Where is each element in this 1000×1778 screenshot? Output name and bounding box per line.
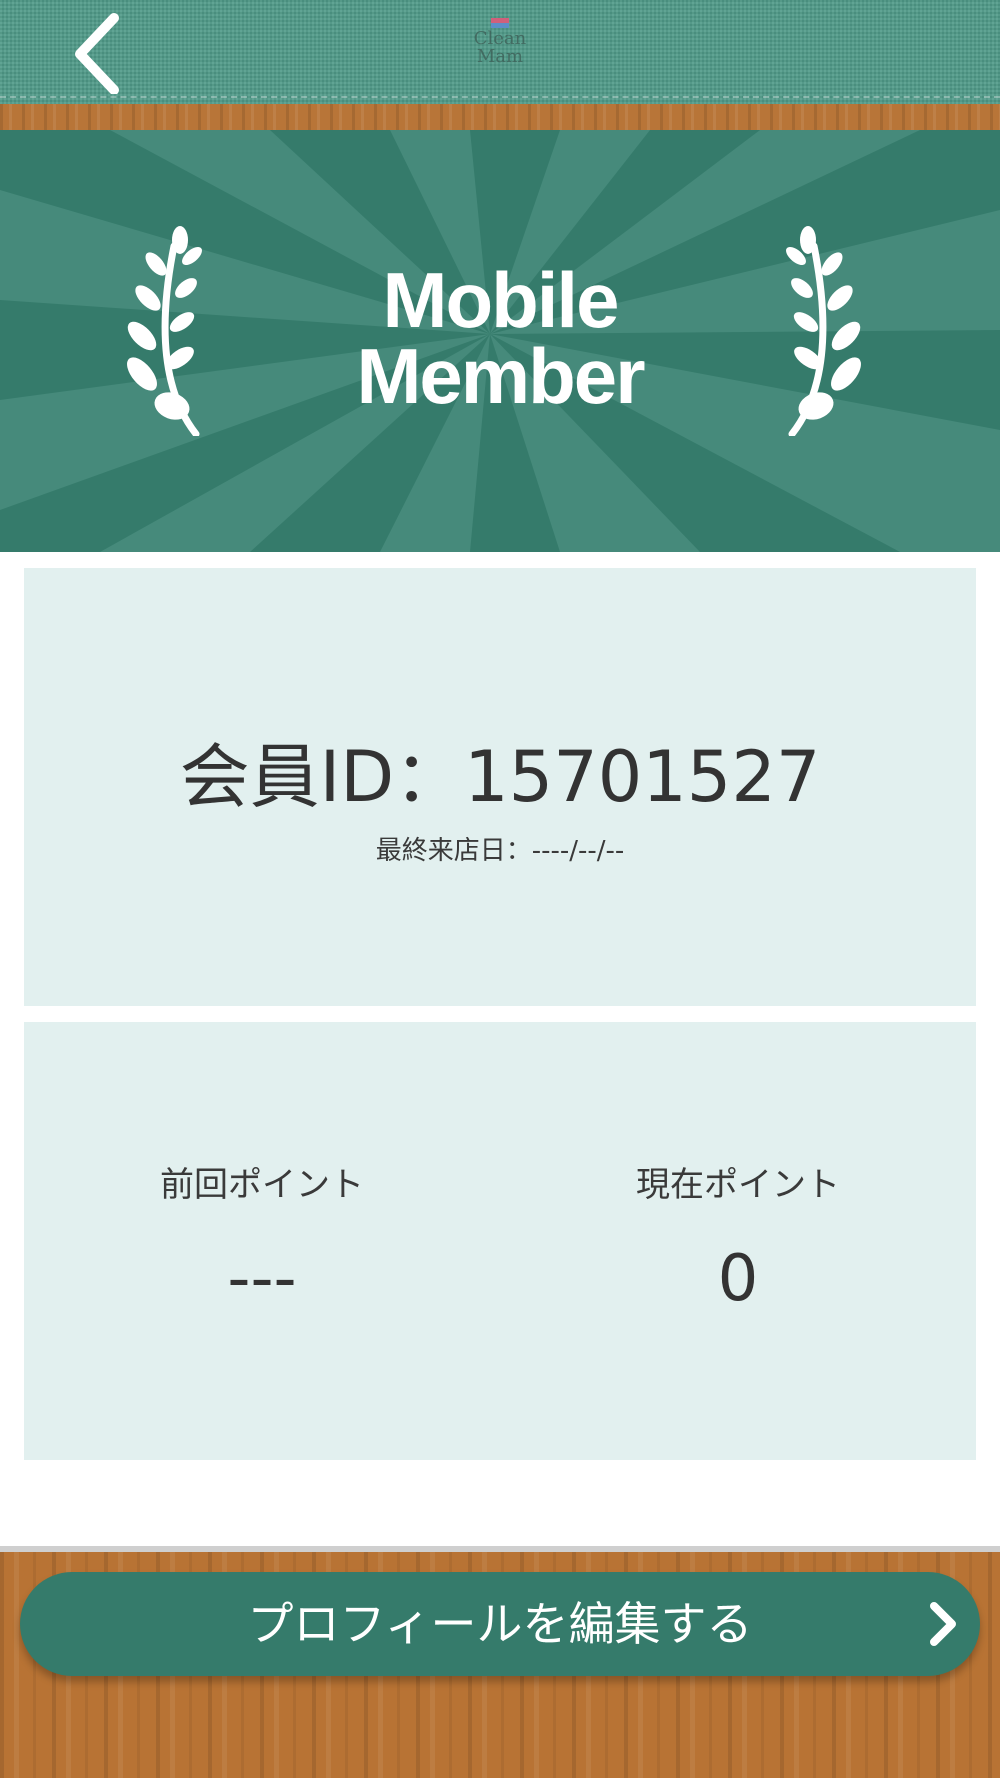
current-points-value: 0: [717, 1242, 759, 1316]
previous-points-label: 前回ポイント: [160, 1165, 364, 1205]
banner-title: Mobile Member: [0, 256, 1000, 420]
member-id: 会員ID：15701527: [179, 736, 821, 818]
points-card: 前回ポイント --- 現在ポイント 0: [24, 1022, 976, 1460]
logo-flag-icon: [491, 18, 509, 28]
back-button[interactable]: [68, 10, 138, 94]
edit-profile-button[interactable]: プロフィールを編集する: [20, 1572, 980, 1676]
app-logo: Clean Mam: [460, 18, 540, 80]
last-visit-date: 最終来店日：----/--/--: [375, 836, 625, 866]
previous-points: 前回ポイント ---: [24, 1162, 500, 1324]
member-banner: Mobile Member: [0, 130, 1000, 552]
banner-title-line1: Mobile: [382, 256, 620, 344]
previous-points-value: ---: [227, 1242, 297, 1316]
member-id-card: 会員ID：15701527 最終来店日：----/--/--: [24, 568, 976, 1006]
chevron-right-icon: [930, 1602, 956, 1646]
logo-text-line2: Mam: [476, 46, 524, 67]
edit-profile-label: プロフィールを編集する: [247, 1597, 753, 1651]
current-points-label: 現在ポイント: [636, 1165, 840, 1205]
app-header: Clean Mam: [0, 0, 1000, 104]
header-wood-strip: [0, 104, 1000, 130]
banner-title-line2: Member: [356, 332, 645, 420]
chevron-left-icon: [75, 13, 119, 94]
current-points: 現在ポイント 0: [500, 1162, 976, 1324]
header-stitch-divider: [0, 96, 1000, 98]
